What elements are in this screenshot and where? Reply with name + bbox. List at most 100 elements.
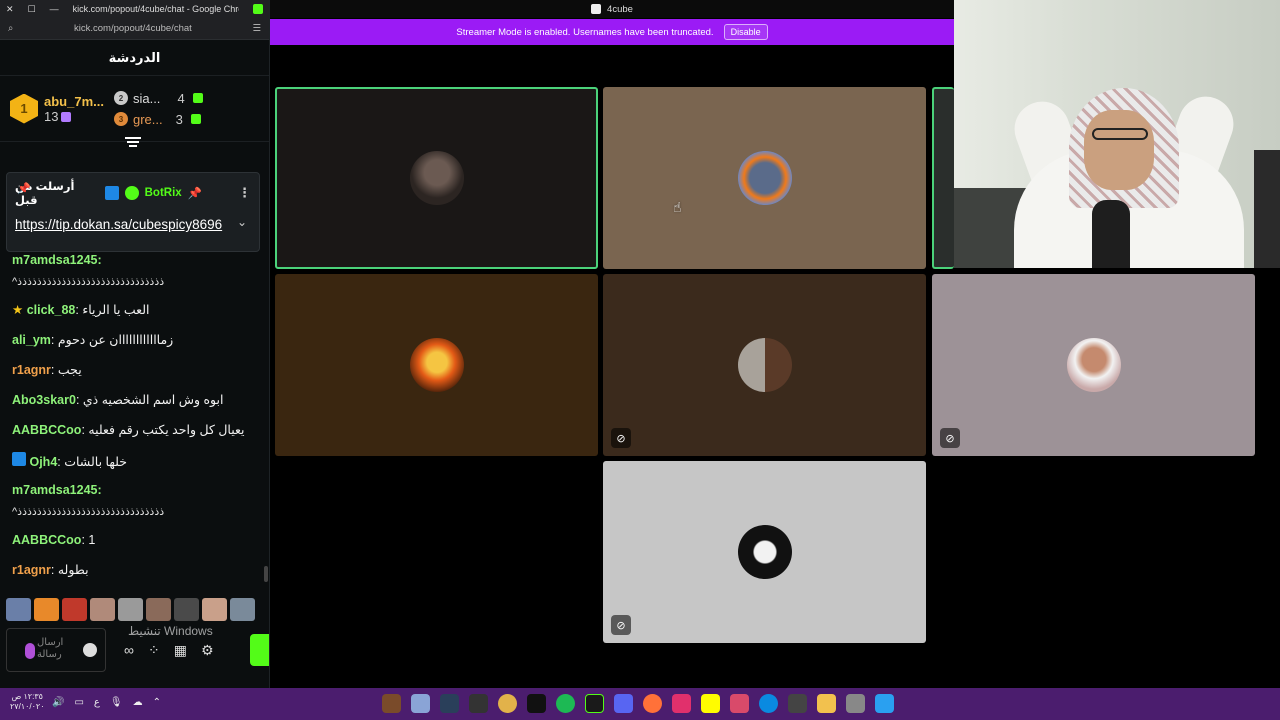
mic-tray-icon[interactable]: 🎙 (110, 697, 123, 708)
chat-username[interactable]: Abo3skar0 (12, 393, 76, 407)
pinned-username[interactable]: BotRix (145, 187, 182, 199)
collapse-icon[interactable] (124, 135, 142, 147)
app-icon[interactable] (730, 694, 749, 713)
search-icon: ⌕ (8, 23, 14, 34)
avatar[interactable] (146, 598, 171, 621)
chat-username[interactable]: m7amdsa1245: (12, 253, 102, 267)
network-icon[interactable]: ▭ (74, 697, 83, 708)
pin-icon[interactable]: 📌 (17, 182, 31, 195)
verified-badge-icon (124, 186, 139, 200)
leaderboard-third[interactable]: 3 gre... 3 (113, 111, 203, 127)
tune-icon[interactable]: ☰ (252, 23, 261, 34)
chat-username[interactable]: r1agnr (12, 363, 51, 377)
chrome-icon[interactable] (498, 694, 517, 713)
chat-message: AABBCCoo: 1 (12, 532, 262, 548)
chevron-up-icon[interactable]: ⌃ (153, 697, 161, 708)
disable-button[interactable]: Disable (723, 24, 768, 40)
participant-tile[interactable]: ⊘ (603, 461, 926, 643)
settings-icon[interactable] (411, 694, 430, 713)
chat-message: m7amdsa1245: ^ذذذذذذذذذذذذذذذذذذذذذذذذذذ… (12, 482, 262, 520)
chat-message: r1agnr: يجب (12, 362, 262, 378)
participant-tile[interactable] (603, 87, 926, 269)
send-button[interactable] (250, 634, 269, 666)
store-icon[interactable]: ▦ (174, 642, 187, 659)
minimize-icon[interactable]: — (50, 4, 59, 14)
pin-icon[interactable]: 📌 (188, 186, 202, 200)
pinned-message: 📌 أرسلت من قبل BotRix 📌 ⋮ https://tip.do… (6, 172, 260, 252)
chevron-down-icon[interactable]: ⌄ (237, 215, 247, 229)
volume-icon[interactable]: 🔊 (52, 697, 64, 708)
leaderboard-name: sia... (132, 90, 161, 106)
chat-username[interactable]: m7amdsa1245: (12, 483, 102, 497)
scrollbar[interactable] (264, 566, 268, 582)
chat-toolbar: ∞ ⁘ ▦ ⚙ (124, 642, 214, 659)
avatar[interactable] (118, 598, 143, 621)
avatar[interactable] (62, 598, 87, 621)
app-icon[interactable] (382, 694, 401, 713)
avatar[interactable] (34, 598, 59, 621)
terminal-icon[interactable] (527, 694, 546, 713)
maximize-icon[interactable]: ☐ (28, 4, 36, 15)
pinned-link[interactable]: https://tip.dokan.sa/cubespicy8696 (15, 215, 225, 235)
firefox-icon[interactable] (643, 694, 662, 713)
activation-watermark: تنشيط Windows (128, 624, 213, 638)
chat-username[interactable]: r1agnr (12, 563, 51, 577)
leaderboard-name: gre... (132, 111, 163, 127)
avatar[interactable] (90, 598, 115, 621)
chat-message: ali_ym: زماااااااااااان عن دحوم (12, 332, 262, 348)
gift-icon (190, 114, 201, 124)
link-icon[interactable]: ∞ (124, 642, 134, 659)
avatar[interactable] (202, 598, 227, 621)
close-icon[interactable]: ✕ (6, 4, 14, 15)
dots-icon[interactable]: ⁘ (148, 642, 160, 659)
leaderboard-second[interactable]: 2 sia... 4 (113, 90, 203, 106)
participant-tile[interactable] (932, 87, 954, 269)
avatar (737, 151, 792, 205)
chat-input[interactable]: ارسال رسالة (6, 628, 106, 672)
address-bar[interactable]: ⌕ kick.com/popout/4cube/chat ☰ (0, 18, 269, 40)
language-icon[interactable]: ع (94, 697, 100, 708)
windows-start-icon[interactable] (875, 694, 894, 713)
webcam-overlay (954, 0, 1280, 268)
edge-icon[interactable] (759, 694, 778, 713)
participant-tile[interactable] (275, 274, 598, 456)
chat-message-list: m7amdsa1245: ^ذذذذذذذذذذذذذذذذذذذذذذذذذذ… (0, 250, 268, 585)
steam-icon[interactable] (440, 694, 459, 713)
more-icon[interactable]: ⋮ (238, 185, 251, 201)
chat-username[interactable]: Ojh4 (29, 455, 57, 469)
folder-icon[interactable] (817, 694, 836, 713)
muted-mic-icon: ⊘ (611, 428, 631, 448)
microphone-icon (1092, 200, 1130, 268)
browser-titlebar: ✕ ☐ — kick.com/popout/4cube/chat - Googl… (0, 0, 269, 18)
app-icon[interactable] (846, 694, 865, 713)
viewer-avatar-strip (6, 598, 255, 621)
avatar (1066, 338, 1121, 392)
chat-username[interactable]: ali_ym (12, 333, 51, 347)
chat-username[interactable]: AABBCCoo (12, 533, 81, 547)
discord-icon[interactable] (614, 694, 633, 713)
participant-tile[interactable]: ⊘ (603, 274, 926, 456)
leaderboard-first[interactable]: 1 abu_7m... 13 (10, 93, 104, 124)
gear-icon[interactable]: ⚙ (201, 642, 214, 659)
participant-tile[interactable] (275, 87, 598, 269)
chat-username[interactable]: AABBCCoo (12, 423, 81, 437)
avatar[interactable] (6, 598, 31, 621)
calendar-icon[interactable] (788, 694, 807, 713)
kick-icon[interactable] (585, 694, 604, 713)
avatar[interactable] (174, 598, 199, 621)
spotify-icon[interactable] (556, 694, 575, 713)
chat-window: ✕ ☐ — kick.com/popout/4cube/chat - Googl… (0, 0, 270, 688)
obs-icon[interactable] (469, 694, 488, 713)
snapchat-icon[interactable] (701, 694, 720, 713)
chat-header: الدردشة (0, 40, 269, 76)
microphone-icon[interactable] (25, 643, 35, 659)
app-icon (591, 4, 602, 14)
url-text[interactable]: kick.com/popout/4cube/chat (74, 23, 192, 34)
instagram-icon[interactable] (672, 694, 691, 713)
participant-tile[interactable]: ⊘ (932, 274, 1255, 456)
cloud-icon[interactable]: ☁ (133, 697, 143, 708)
clock[interactable]: ١٢:٣٥ ص ٢٧/١٠/٠٢٠ (10, 692, 45, 712)
chat-username[interactable]: click_88 (27, 303, 76, 317)
avatar[interactable] (230, 598, 255, 621)
emoji-icon[interactable] (83, 643, 97, 657)
